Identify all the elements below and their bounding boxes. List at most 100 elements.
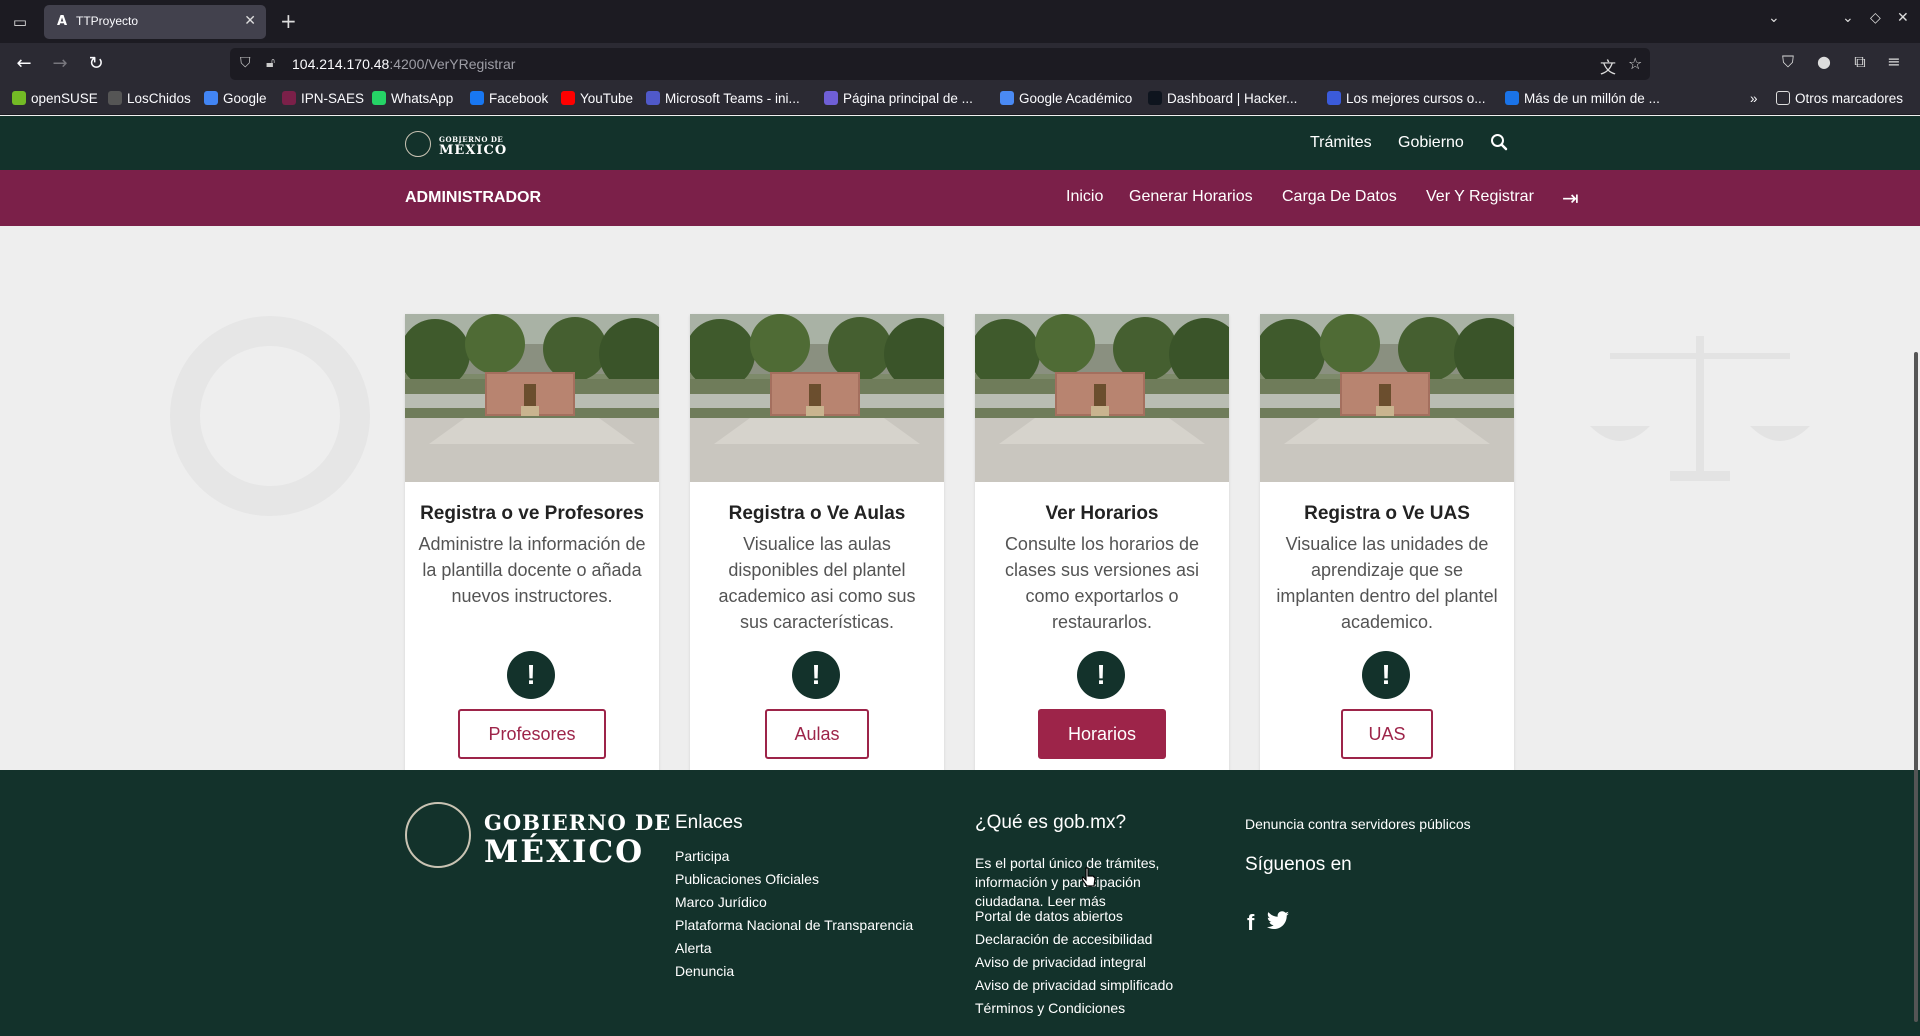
bookmarks-overflow-icon[interactable]: » (1750, 91, 1758, 106)
page-icon (824, 91, 838, 105)
footer-enlace-link[interactable]: Alerta (675, 940, 712, 956)
bookmark-item[interactable]: Los mejores cursos o... (1327, 91, 1486, 106)
horarios-button[interactable]: Horarios (1038, 709, 1166, 759)
bookmark-item[interactable]: openSUSE (12, 91, 98, 106)
tab-title: TTProyecto (76, 14, 139, 28)
denuncia-servidores-link[interactable]: Denuncia contra servidores públicos (1245, 816, 1471, 832)
other-bookmarks[interactable]: Otros marcadores (1776, 91, 1903, 106)
bookmark-label: Google (223, 91, 267, 106)
card-description: Visualice las unidades de aprendizaje qu… (1276, 534, 1498, 632)
footer-enlace-link[interactable]: Publicaciones Oficiales (675, 871, 819, 887)
exclamation-icon: ! (792, 651, 840, 699)
bookmark-label: IPN-SAES (301, 91, 365, 106)
facebook-icon[interactable]: f (1247, 910, 1254, 936)
url-host: 104.214.170.48 (292, 56, 390, 72)
account-icon[interactable]: ● (1812, 52, 1836, 71)
maximize-icon[interactable]: ◇ (1870, 10, 1881, 26)
bookmark-label: openSUSE (31, 91, 98, 106)
twitter-icon[interactable] (1266, 910, 1290, 932)
new-tab-icon[interactable]: + (280, 9, 297, 33)
card-image (405, 314, 659, 482)
close-tab-icon[interactable]: ✕ (244, 13, 256, 29)
browser-nav-bar: ← → ↻ ⛉ 🔓︎ 104.214.170.48:4200/VerYRegis… (0, 43, 1920, 85)
siguenos-heading: Síguenos en (1245, 854, 1352, 875)
uas-button[interactable]: UAS (1341, 709, 1433, 759)
bookmark-item[interactable]: Google Académico (1000, 91, 1132, 106)
enlaces-heading: Enlaces (675, 812, 743, 833)
browser-tab[interactable]: A TTProyecto ✕ (44, 5, 266, 39)
bookmark-item[interactable]: Google (204, 91, 267, 106)
tab-overflow-icon[interactable]: ⌄ (1768, 10, 1780, 26)
forward-icon[interactable]: → (48, 52, 72, 76)
bookmark-label: Más de un millón de ... (1524, 91, 1660, 106)
bookmark-item[interactable]: YouTube (561, 91, 633, 106)
bookmark-item[interactable]: LosChidos (108, 91, 191, 106)
tab-list-icon[interactable]: ▭ (8, 10, 32, 34)
menu-icon[interactable]: ≡ (1882, 52, 1906, 71)
bookmark-item[interactable]: Página principal de ... (824, 91, 973, 106)
opensuse-icon (12, 91, 26, 105)
campus-photo (1260, 314, 1514, 482)
footer-gobmx-link[interactable]: Portal de datos abiertos (975, 908, 1123, 924)
logout-icon[interactable]: ⇥ (1562, 186, 1579, 210)
footer-gobmx-link[interactable]: Declaración de accesibilidad (975, 931, 1152, 947)
bookmark-item[interactable]: Microsoft Teams - ini... (646, 91, 800, 106)
nav-generar-horarios[interactable]: Generar Horarios (1129, 188, 1253, 206)
bookmark-item[interactable]: WhatsApp (372, 91, 453, 106)
url-path: :4200/VerYRegistrar (389, 56, 516, 72)
lock-icon[interactable]: 🔓︎ (266, 55, 275, 71)
tramites-link[interactable]: Trámites (1310, 134, 1372, 152)
aulas-button[interactable]: Aulas (765, 709, 869, 759)
teams-icon (646, 91, 660, 105)
bookmark-label: Los mejores cursos o... (1346, 91, 1486, 106)
exclamation-icon: ! (1077, 651, 1125, 699)
feature-card: Ver Horarios Consulte los horarios de cla… (975, 314, 1229, 776)
page-scrollbar[interactable] (1914, 352, 1918, 1022)
back-icon[interactable]: ← (12, 52, 36, 76)
translate-icon[interactable]: 文 (1600, 54, 1616, 78)
scales-watermark-icon (1590, 336, 1810, 481)
footer-gobmx-link[interactable]: Aviso de privacidad simplificado (975, 977, 1173, 993)
que-es-heading: ¿Qué es gob.mx? (975, 812, 1127, 833)
footer-gobmx-link[interactable]: Aviso de privacidad integral (975, 954, 1146, 970)
footer-enlace-link[interactable]: Denuncia (675, 963, 734, 979)
youtube-icon (561, 91, 575, 105)
exclamation-icon: ! (1362, 651, 1410, 699)
gobierno-link[interactable]: Gobierno (1398, 134, 1464, 152)
nav-ver-y-registrar[interactable]: Ver Y Registrar (1426, 188, 1534, 206)
extensions-icon[interactable]: ⧉ (1848, 52, 1872, 72)
nav-inicio[interactable]: Inicio (1066, 188, 1103, 206)
minimize-icon[interactable]: ⌄ (1842, 10, 1854, 26)
url-text[interactable]: 104.214.170.48:4200/VerYRegistrar (292, 56, 515, 72)
profesores-button[interactable]: Profesores (458, 709, 606, 759)
bookmark-item[interactable]: IPN-SAES (282, 91, 364, 106)
shield-icon[interactable]: ⛉ (240, 55, 251, 71)
bookmark-item[interactable]: Facebook (470, 91, 548, 106)
card-title: Registra o Ve UAS (1304, 503, 1470, 524)
nav-carga-de-datos[interactable]: Carga De Datos (1282, 188, 1397, 206)
gob-logo[interactable]: GOBIERNO DE MÉXICO (405, 131, 506, 159)
card-description: Consulte los horarios de clases sus vers… (1004, 534, 1200, 632)
page: GOBIERNO DE MÉXICO Trámites Gobierno ADM… (0, 116, 1920, 1036)
hackerrank-icon (1148, 91, 1162, 105)
url-bar[interactable]: ⛉ 🔓︎ 104.214.170.48:4200/VerYRegistrar 文… (230, 48, 1650, 80)
reload-icon[interactable]: ↻ (84, 52, 108, 76)
footer-enlace-link[interactable]: Marco Jurídico (675, 894, 767, 910)
other-bookmarks-label: Otros marcadores (1795, 91, 1904, 106)
footer-enlace-link[interactable]: Participa (675, 848, 729, 864)
bookmark-star-icon[interactable]: ☆ (1628, 54, 1642, 73)
feature-card: Registra o Ve Aulas Visualice las aulas d… (690, 314, 944, 776)
bookmark-item[interactable]: Más de un millón de ... (1505, 91, 1660, 106)
card-image (690, 314, 944, 482)
bookmark-item[interactable]: Dashboard | Hacker... (1148, 91, 1297, 106)
close-window-icon[interactable]: ✕ (1897, 10, 1909, 26)
footer-logo-small: GOBIERNO DE (484, 810, 672, 835)
footer-seal-icon (405, 802, 471, 868)
gob-header: GOBIERNO DE MÉXICO Trámites Gobierno (0, 116, 1920, 170)
footer-enlace-link[interactable]: Plataforma Nacional de Transparencia (675, 917, 913, 933)
pocket-icon[interactable]: ⛉ (1776, 52, 1800, 72)
search-icon[interactable] (1490, 133, 1508, 151)
bookmark-label: Dashboard | Hacker... (1167, 91, 1298, 106)
footer-gobmx-link[interactable]: Términos y Condiciones (975, 1000, 1125, 1016)
card-image (1260, 314, 1514, 482)
